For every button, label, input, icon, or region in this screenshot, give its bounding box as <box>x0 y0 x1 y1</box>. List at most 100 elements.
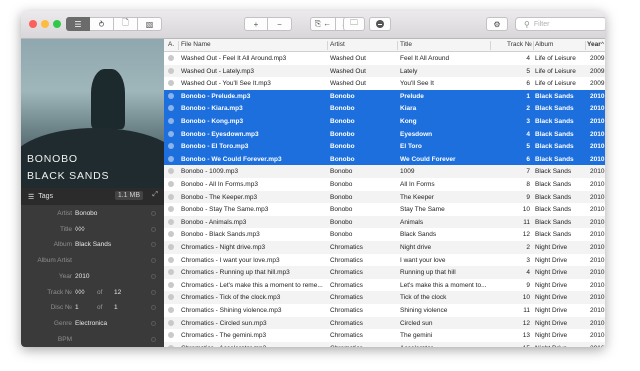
field-lock-icon[interactable] <box>151 336 156 342</box>
zoom-window-button[interactable] <box>53 20 61 28</box>
table-row[interactable]: Bonobo - Prelude.mp3 Bonobo Prelude 1 Black … <box>164 89 605 103</box>
expand-icon[interactable]: ⤢ <box>152 191 158 199</box>
table-row[interactable]: Bonobo - The Keeper.mp3 Bonobo The Keeper 9… <box>164 190 605 204</box>
table-row[interactable]: Bonobo - Animals.mp3 Bonobo Animals 11 Black… <box>164 215 605 229</box>
album-cover[interactable]: BONOBO BLACK SANDS <box>21 39 164 188</box>
cell-file-name: Chromatics - I want your love.mp3 <box>181 256 280 264</box>
cell-file-name: Bonobo - We Could Forever.mp3 <box>181 155 282 163</box>
add-button[interactable]: + <box>244 17 268 31</box>
cell-album: Life of Leisure <box>535 80 576 88</box>
row-status-icon <box>168 319 174 326</box>
table-row[interactable]: Bonobo - 1009.mp3 Bonobo 1009 7 Black Sands 2… <box>164 165 605 178</box>
filename-to-tag-button[interactable]: ⎘ ← <box>310 17 336 31</box>
tag-field-of-value[interactable]: 12 <box>114 289 121 296</box>
column-header-year[interactable]: Year <box>587 41 601 48</box>
table-row[interactable]: Chromatics - Night drive.mp3 Chromatics Ni… <box>164 241 605 254</box>
table-row[interactable]: Chromatics - I want your love.mp3 Chromat… <box>164 254 605 267</box>
field-lock-icon[interactable] <box>151 305 156 311</box>
tag-field-value[interactable]: 2010 <box>75 273 89 280</box>
cover-artist: BONOBO <box>27 153 78 165</box>
cell-year: 2010 <box>590 168 605 176</box>
tag-field-value[interactable]: Bonobo <box>75 210 97 217</box>
cell-year: 2010 <box>590 281 605 289</box>
close-window-button[interactable] <box>29 20 37 28</box>
table-row[interactable]: Bonobo - El Toro.mp3 Bonobo El Toro 5 Black … <box>164 140 605 153</box>
cell-artist: Washed Out <box>330 55 366 62</box>
cell-artist: Chromatics <box>330 281 363 289</box>
column-header-a[interactable]: A. <box>168 41 174 48</box>
cell-title: El Toro <box>400 143 422 151</box>
table-row[interactable]: Washed Out - You'll See It.mp3 Washed Out… <box>164 77 605 90</box>
field-lock-icon[interactable] <box>151 211 156 216</box>
column-header-track[interactable]: Track № <box>507 41 532 48</box>
tag-field-of-value[interactable]: 1 <box>114 304 118 311</box>
table-row[interactable]: Chromatics - Running up that hill.mp3 Chr… <box>164 266 605 279</box>
cell-title: Black Sands <box>400 231 437 239</box>
table-row[interactable]: Bonobo - Eyesdown.mp3 Bonobo Eyesdown 4 Blac… <box>164 127 605 141</box>
minimize-window-button[interactable] <box>41 20 49 28</box>
table-row[interactable]: Chromatics - Accelerator.mp3 Chromatics Ac… <box>164 341 605 347</box>
cell-artist: Bonobo <box>330 181 353 188</box>
split-view-icon[interactable]: ⥁ <box>90 17 114 31</box>
table-row[interactable]: Chromatics - The gemini.mp3 Chromatics The… <box>164 329 605 342</box>
field-lock-icon[interactable] <box>151 289 156 295</box>
table-row[interactable]: Bonobo - Kong.mp3 Bonobo Kong 3 Black Sands 2… <box>164 115 605 128</box>
tag-field-value[interactable]: Black Sands <box>75 241 111 248</box>
cell-file-name: Bonobo - Animals.mp3 <box>181 218 247 226</box>
table-row[interactable]: Washed Out - Lately.mp3 Washed Out Lately 5… <box>164 64 605 78</box>
stop-icon <box>376 20 384 28</box>
table-row[interactable]: Chromatics - Tick of the clock.mp3 Chroma… <box>164 291 605 304</box>
cell-artist: Chromatics <box>330 256 363 264</box>
cell-track: 11 <box>523 307 530 314</box>
field-lock-icon[interactable] <box>151 273 156 279</box>
table-row[interactable]: Chromatics - Let's make this a moment to… <box>164 279 605 292</box>
cell-artist: Chromatics <box>330 345 394 347</box>
row-status-icon <box>168 118 174 124</box>
list-view-icon[interactable]: ☰ <box>66 17 90 31</box>
field-lock-icon[interactable] <box>151 258 156 264</box>
tag-field-value[interactable]: 1 <box>75 304 79 311</box>
table-row[interactable]: Bonobo - Stay The Same.mp3 Bonobo Stay The… <box>164 203 605 216</box>
column-header-title[interactable]: Title <box>400 41 412 48</box>
table-row[interactable]: Bonobo - All In Forms.mp3 Bonobo All In Fo… <box>164 178 605 191</box>
column-header-album[interactable]: Album <box>535 41 553 48</box>
cell-title: I want your love <box>400 256 446 264</box>
table-row[interactable]: Bonobo - Kiara.mp3 Bonobo Kiara 2 Black Sand… <box>164 102 605 115</box>
field-lock-icon[interactable] <box>151 226 156 232</box>
document-icon[interactable]: 🗋 <box>114 17 138 31</box>
table-row[interactable]: Chromatics - Circled sun.mp3 Chromatics Ci… <box>164 316 605 330</box>
cell-title: Tick of the clock <box>400 294 447 302</box>
column-header-file-name[interactable]: File Name <box>181 41 211 48</box>
cell-title: Accelerator <box>400 345 488 347</box>
settings-button[interactable]: ⚙ <box>486 17 508 31</box>
column-header-artist[interactable]: Artist <box>330 41 345 48</box>
cell-year: 2010 <box>590 193 605 201</box>
cell-title: Animals <box>400 218 424 226</box>
cell-album: Black Sands <box>535 168 572 176</box>
info-icon[interactable]: ▧ <box>138 17 162 31</box>
tag-field-value[interactable]: Electronica <box>75 320 107 327</box>
table-row[interactable]: Chromatics - Shining violence.mp3 Chromat… <box>164 304 605 317</box>
folder-button[interactable]: 🗀 <box>343 17 365 31</box>
cell-album: Black Sands <box>535 92 574 100</box>
cell-file-name: Washed Out - Lately.mp3 <box>181 67 254 75</box>
field-lock-icon[interactable] <box>151 320 156 326</box>
cell-file-name: Chromatics - Shining violence.mp3 <box>181 307 282 314</box>
cell-artist: Chromatics <box>330 307 363 314</box>
cell-album: Night Drive <box>535 319 568 327</box>
cell-title: Stay The Same <box>400 206 445 214</box>
tag-field-value[interactable]: ◊◊◊ <box>75 226 85 233</box>
field-lock-icon[interactable] <box>151 242 156 248</box>
table-row[interactable]: Bonobo - We Could Forever.mp3 Bonobo We Co… <box>164 152 605 166</box>
filter-search-field[interactable]: ⚲ Filter <box>515 17 605 31</box>
cell-album: Life of Leisure <box>535 67 576 75</box>
remove-button[interactable]: − <box>268 17 292 31</box>
cell-file-name: Bonobo - Kong.mp3 <box>181 118 244 125</box>
row-status-icon <box>168 80 174 87</box>
tag-field-value[interactable]: ◊◊◊ <box>75 289 85 296</box>
stop-button[interactable] <box>369 17 391 31</box>
table-row[interactable]: Washed Out - Feel It All Around.mp3 Washe… <box>164 52 605 65</box>
cell-year: 2010 <box>590 345 605 347</box>
table-row[interactable]: Bonobo - Black Sands.mp3 Bonobo Black Sand… <box>164 228 605 241</box>
table-header: A. File Name Artist Title Track № Album … <box>164 39 605 52</box>
